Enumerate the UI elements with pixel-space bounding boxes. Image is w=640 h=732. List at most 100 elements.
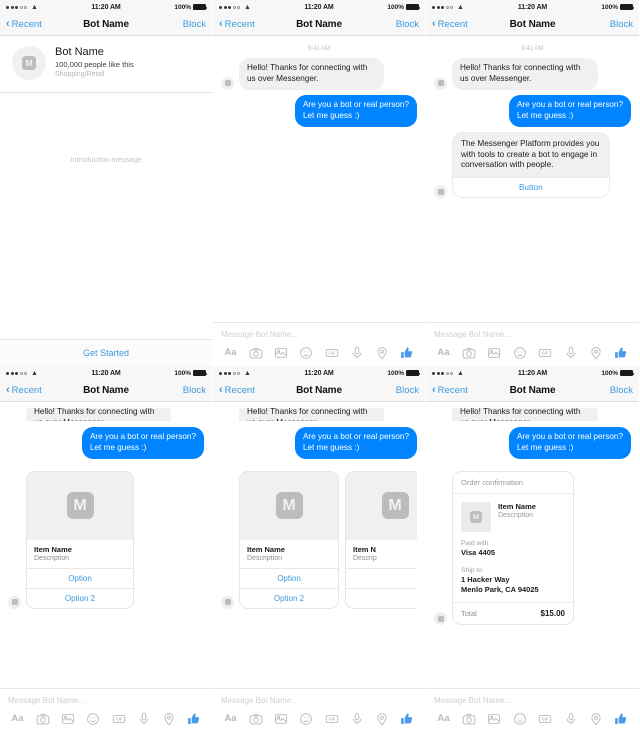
card-option-1-button[interactable]	[346, 567, 417, 588]
message-input[interactable]: Message Bot Name...	[434, 328, 631, 345]
gif-icon[interactable]: GIF	[324, 711, 339, 726]
total-value: $15.00	[540, 609, 565, 619]
block-button[interactable]: Block	[183, 19, 206, 30]
gif-icon[interactable]: GIF	[538, 711, 553, 726]
emoji-icon[interactable]	[299, 345, 314, 360]
receipt-template-card: Order confirmation M Item Name Descripti…	[452, 470, 574, 626]
message-input[interactable]: Message Bot Name...	[221, 328, 417, 345]
photo-library-icon[interactable]	[61, 711, 76, 726]
photo-library-icon[interactable]	[487, 345, 502, 360]
block-button[interactable]: Block	[610, 19, 633, 30]
text-format-icon[interactable]: Aa	[436, 711, 451, 726]
location-pin-icon[interactable]	[375, 345, 390, 360]
outgoing-line-1: Are you a bot or real person?	[302, 432, 409, 441]
battery-percent-label: 100%	[174, 369, 191, 377]
battery-icon	[620, 4, 635, 10]
battery-icon	[193, 4, 208, 10]
emoji-icon[interactable]	[512, 711, 527, 726]
messenger-logo-icon	[224, 80, 231, 87]
block-button[interactable]: Block	[396, 19, 419, 30]
message-input[interactable]: Message Bot Name...	[434, 694, 631, 711]
message-row-incoming: Hello! Thanks for connecting with us ove…	[221, 408, 417, 421]
thumbs-up-icon[interactable]	[187, 711, 202, 726]
location-pin-icon[interactable]	[375, 711, 390, 726]
paid-with-value: Visa 4405	[461, 547, 496, 557]
card-image: M	[27, 471, 133, 540]
photo-library-icon[interactable]	[274, 711, 289, 726]
location-pin-icon[interactable]	[589, 711, 604, 726]
gif-icon[interactable]: GIF	[538, 345, 553, 360]
microphone-icon[interactable]	[563, 345, 578, 360]
card-option-2-button[interactable]	[346, 587, 417, 608]
carousel-scroller[interactable]: M Item Name Description Option Option 2	[239, 470, 417, 609]
message-row-outgoing: Are you a bot or real person? Let me gue…	[434, 94, 631, 127]
messenger-logo-icon	[11, 599, 18, 606]
microphone-icon[interactable]	[136, 711, 151, 726]
card-body: Item Name Description	[27, 540, 133, 568]
total-label: Total	[461, 609, 477, 619]
card-option-1-button[interactable]: Option	[240, 567, 338, 588]
nav-bar: ‹ Recent Bot Name Block	[426, 14, 639, 36]
bot-name: Bot Name	[55, 46, 104, 58]
card-option-1-button[interactable]: Option	[27, 567, 133, 588]
microphone-icon[interactable]	[349, 711, 364, 726]
location-pin-icon[interactable]	[589, 345, 604, 360]
screenshot-grid: ▲ 11:20 AM 100% ‹ Recent Bot Name Block …	[0, 0, 640, 732]
emoji-icon[interactable]	[86, 711, 101, 726]
photo-library-icon[interactable]	[274, 345, 289, 360]
card-description: Descrip	[353, 554, 377, 562]
block-button[interactable]: Block	[610, 385, 633, 396]
battery-percent-label: 100%	[601, 369, 618, 377]
microphone-icon[interactable]	[349, 345, 364, 360]
avatar	[434, 612, 447, 626]
camera-icon[interactable]	[461, 711, 476, 726]
message-composer: Message Bot Name... Aa GIF	[213, 688, 425, 732]
camera-icon[interactable]	[248, 711, 263, 726]
photo-library-icon[interactable]	[487, 711, 502, 726]
microphone-icon[interactable]	[563, 711, 578, 726]
block-button[interactable]: Block	[396, 385, 419, 396]
text-format-icon[interactable]: Aa	[10, 711, 25, 726]
text-format-icon[interactable]: Aa	[436, 345, 451, 360]
messenger-logo-icon: M	[470, 510, 482, 523]
svg-text:GIF: GIF	[328, 350, 335, 355]
emoji-icon[interactable]	[299, 711, 314, 726]
get-started-button[interactable]: Get Started	[0, 339, 212, 366]
gif-icon[interactable]: GIF	[111, 711, 126, 726]
gif-icon[interactable]: GIF	[324, 345, 339, 360]
emoji-icon[interactable]	[512, 345, 527, 360]
message-bubble-incoming: Hello! Thanks for connecting with us ove…	[239, 58, 385, 90]
page-title: Bot Name	[296, 19, 342, 30]
message-bubble-incoming: Hello! Thanks for connecting with us ove…	[239, 408, 385, 421]
text-format-icon[interactable]: Aa	[223, 345, 238, 360]
status-bar: ▲ 11:20 AM 100%	[213, 366, 425, 380]
paid-with-label: Paid with	[461, 539, 489, 547]
avatar: M	[12, 46, 46, 80]
thumbs-up-icon[interactable]	[400, 345, 415, 360]
messenger-logo-icon	[224, 599, 231, 606]
thumbs-up-icon[interactable]	[400, 711, 415, 726]
message-composer: Message Bot Name... Aa GIF	[0, 688, 212, 732]
conversation-body: Hello! Thanks for connecting with us ove…	[426, 402, 639, 732]
message-input[interactable]: Message Bot Name...	[221, 694, 417, 711]
card-option-2-button[interactable]: Option 2	[240, 587, 338, 608]
message-input[interactable]: Message Bot Name...	[8, 694, 204, 711]
camera-icon[interactable]	[35, 711, 50, 726]
nav-bar: ‹ Recent Bot Name Block	[213, 14, 425, 36]
location-pin-icon[interactable]	[162, 711, 177, 726]
bot-profile-header[interactable]: M Bot Name 100,000 people like this Shop…	[0, 36, 212, 93]
template-button[interactable]: Button	[453, 177, 609, 198]
text-format-icon[interactable]: Aa	[223, 711, 238, 726]
receipt-payment-section: Paid with Visa 4405	[453, 536, 573, 558]
camera-icon[interactable]	[248, 345, 263, 360]
composer-icon-bar: Aa GIF	[434, 711, 631, 726]
card-option-2-button[interactable]: Option 2	[27, 587, 133, 608]
thread-spacer	[0, 648, 212, 688]
receipt-item-image: M	[461, 501, 491, 532]
messenger-logo-icon	[437, 188, 444, 195]
camera-icon[interactable]	[461, 345, 476, 360]
status-bar-right: 100%	[601, 369, 635, 377]
thumbs-up-icon[interactable]	[614, 345, 629, 360]
thumbs-up-icon[interactable]	[614, 711, 629, 726]
block-button[interactable]: Block	[183, 385, 206, 396]
